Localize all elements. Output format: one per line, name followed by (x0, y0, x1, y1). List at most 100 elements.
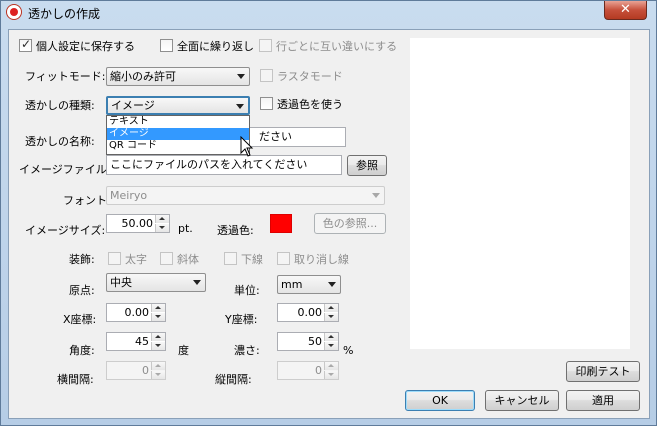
use-transparent-checkbox[interactable] (260, 97, 273, 110)
font-value: Meiryo (110, 189, 148, 202)
angle-label: 角度: (69, 344, 95, 357)
close-button[interactable]: ✕ (604, 1, 647, 20)
image-size-spinner[interactable]: 50.00 (106, 214, 170, 233)
density-spinner[interactable]: 50 (277, 332, 339, 351)
bold-checkbox[interactable] (108, 252, 121, 265)
x-coord-spinner[interactable]: 0.00 (106, 303, 166, 322)
spin-down-icon[interactable] (324, 342, 338, 350)
image-size-value: 50.00 (121, 217, 154, 230)
origin-value: 中央 (110, 276, 132, 289)
spin-down-icon[interactable] (324, 313, 338, 321)
angle-unit: 度 (178, 344, 189, 357)
title-bar[interactable]: 透かしの作成 ✕ (1, 1, 656, 25)
raster-mode-checkbox[interactable] (260, 69, 273, 82)
spin-down-icon[interactable] (151, 313, 165, 321)
print-test-button[interactable]: 印刷テスト (566, 361, 640, 382)
fit-mode-label: フィットモード: (25, 70, 106, 83)
y-coord-value: 0.00 (297, 306, 323, 319)
name-value-visible: ださい (259, 130, 292, 143)
chevron-down-icon (328, 282, 336, 287)
pick-color-button[interactable]: 色の参照... (314, 213, 386, 234)
underline-label: 下線 (241, 253, 263, 266)
strikethrough-checkbox[interactable] (277, 252, 290, 265)
h-spacing-label: 横間隔: (57, 373, 94, 386)
window-title: 透かしの作成 (28, 7, 101, 21)
dialog-client: 個人設定に保存する 全面に繰り返し 行ごとに互い違いにする フィットモード: 縮… (8, 29, 650, 419)
spin-up-icon[interactable] (151, 362, 165, 370)
image-file-placeholder: ここにファイルのパスを入れてください (110, 158, 308, 171)
transparent-color-swatch (270, 214, 292, 233)
watermark-type-label: 透かしの種類: (25, 99, 95, 112)
bold-label: 太字 (125, 253, 147, 266)
watermark-type-dropdown-list: テキスト イメージ QR コード (106, 115, 250, 155)
save-personal-label: 個人設定に保存する (36, 40, 135, 53)
tile-all-label: 全面に繰り返し (177, 40, 254, 53)
h-spacing-value: 0 (142, 364, 149, 377)
ok-button[interactable]: OK (405, 390, 475, 411)
spin-down-icon[interactable] (151, 371, 165, 379)
density-unit: % (343, 344, 354, 357)
chevron-down-icon (372, 193, 380, 198)
italic-checkbox[interactable] (160, 252, 173, 265)
raster-mode-label: ラスタモード (277, 70, 343, 83)
x-coord-value: 0.00 (124, 306, 150, 319)
image-size-label: イメージサイズ: (25, 224, 106, 237)
spin-up-icon[interactable] (151, 304, 165, 312)
unit-label: 単位: (234, 284, 260, 297)
chevron-down-icon (193, 280, 201, 285)
italic-label: 斜体 (177, 253, 199, 266)
mouse-cursor-icon (240, 136, 254, 157)
spin-up-icon[interactable] (324, 333, 338, 341)
unit-select[interactable]: mm (277, 275, 341, 294)
angle-value: 45 (135, 335, 149, 348)
image-file-input[interactable]: ここにファイルのパスを入れてください (106, 155, 342, 175)
y-coord-spinner[interactable]: 0.00 (277, 303, 339, 322)
spin-down-icon[interactable] (155, 224, 169, 232)
underline-checkbox[interactable] (224, 252, 237, 265)
spin-up-icon[interactable] (151, 333, 165, 341)
density-value: 50 (308, 335, 322, 348)
preview-pane (410, 38, 630, 349)
font-select[interactable]: Meiryo (106, 186, 385, 205)
chevron-down-icon (236, 104, 244, 109)
h-spacing-spinner[interactable]: 0 (106, 361, 166, 380)
browse-button[interactable]: 参照 (347, 155, 387, 176)
name-label: 透かしの名称: (25, 135, 95, 148)
apply-button[interactable]: 適用 (566, 390, 640, 411)
font-label: フォント: (63, 194, 111, 207)
alternate-rows-label: 行ごとに互い違いにする (276, 40, 398, 53)
alternate-rows-checkbox[interactable] (259, 39, 272, 52)
decoration-label: 装飾: (69, 253, 95, 266)
image-file-label: イメージファイル: (19, 163, 111, 176)
unit-value: mm (281, 278, 303, 291)
dropdown-option-image[interactable]: イメージ (107, 128, 249, 140)
spin-up-icon[interactable] (324, 362, 338, 370)
angle-spinner[interactable]: 45 (106, 332, 166, 351)
v-spacing-spinner[interactable]: 0 (277, 361, 339, 380)
tile-all-checkbox[interactable] (160, 39, 173, 52)
y-coord-label: Y座標: (225, 313, 258, 326)
origin-label: 原点: (69, 284, 95, 297)
dropdown-option-qr[interactable]: QR コード (107, 140, 249, 152)
spin-up-icon[interactable] (155, 215, 169, 223)
fit-mode-select[interactable]: 縮小のみ許可 (106, 67, 250, 86)
strikethrough-label: 取り消し線 (294, 253, 349, 266)
origin-select[interactable]: 中央 (106, 273, 206, 292)
save-personal-checkbox[interactable] (19, 37, 32, 52)
watermark-type-select[interactable]: イメージ (106, 96, 250, 115)
v-spacing-label: 縦間隔: (215, 373, 252, 386)
chevron-down-icon (237, 74, 245, 79)
spin-up-icon[interactable] (324, 304, 338, 312)
spin-down-icon[interactable] (324, 371, 338, 379)
v-spacing-value: 0 (315, 364, 322, 377)
density-label: 濃さ: (234, 344, 260, 357)
fit-mode-value: 縮小のみ許可 (110, 70, 176, 83)
x-coord-label: X座標: (63, 313, 97, 326)
dropdown-option-text[interactable]: テキスト (107, 116, 249, 128)
app-icon (6, 4, 22, 20)
watermark-type-value: イメージ (111, 99, 155, 112)
watermark-dialog: 透かしの作成 ✕ 個人設定に保存する 全面に繰り返し 行ごとに互い違いにする フ… (0, 0, 657, 426)
transparent-color-label: 透過色: (217, 224, 254, 237)
spin-down-icon[interactable] (151, 342, 165, 350)
cancel-button[interactable]: キャンセル (485, 390, 559, 411)
